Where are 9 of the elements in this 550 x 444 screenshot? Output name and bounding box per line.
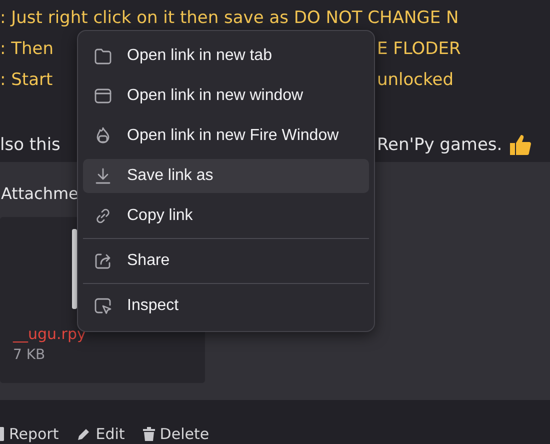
post-text: : Just right click on it then save as DO NOT CHANGE N: [0, 8, 459, 28]
post-text: unlocked: [377, 70, 454, 90]
post-text: E FLODER: [377, 38, 461, 58]
post-text: Ren'Py games.: [377, 134, 502, 154]
post-text: : Start: [0, 70, 53, 90]
file-size: 7 KB: [13, 347, 46, 363]
post-text: lso this: [0, 134, 60, 154]
attachments-heading: Attachme: [0, 184, 80, 203]
post-text: : Then: [0, 38, 54, 58]
